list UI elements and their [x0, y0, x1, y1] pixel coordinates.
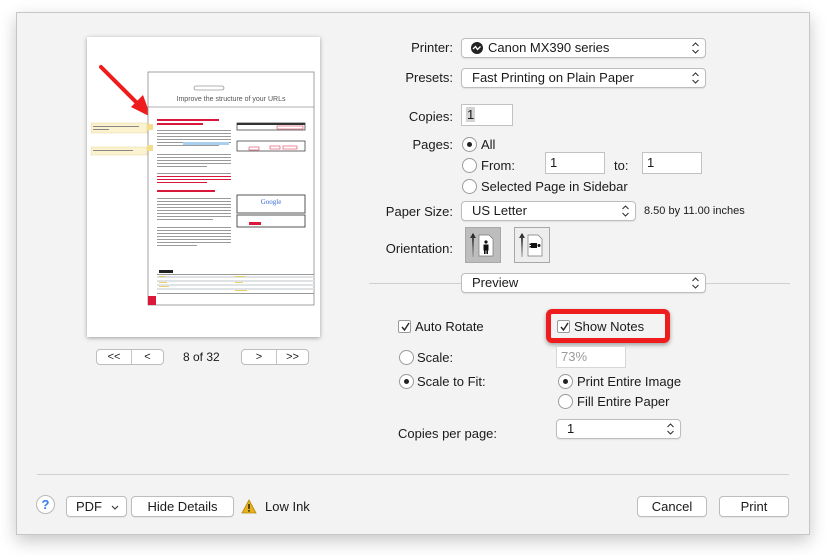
- pages-label: Pages:: [412, 137, 453, 152]
- updown-chevron-icon: [692, 277, 699, 289]
- doc-title: Improve the structure of your URLs: [177, 96, 286, 103]
- cancel-button[interactable]: Cancel: [637, 496, 707, 517]
- pages-to-value: 1: [647, 155, 655, 170]
- copies-value: 1: [466, 107, 476, 122]
- print-label: Print: [740, 499, 768, 514]
- note-marker-1: [147, 124, 153, 130]
- paper-size-value: US Letter: [472, 203, 527, 218]
- pages-all-radio[interactable]: [462, 137, 477, 152]
- updown-chevron-icon: [692, 72, 699, 84]
- last-page-button[interactable]: >>: [276, 350, 309, 364]
- pdf-menu-button[interactable]: PDF: [66, 496, 127, 517]
- status-text: Low Ink: [265, 499, 310, 514]
- note-marker-2: [147, 145, 153, 151]
- hide-details-label: Hide Details: [147, 499, 218, 514]
- page-nav-back-group: << <: [96, 349, 164, 365]
- google-logo: Google: [261, 198, 282, 206]
- pages-from-radio[interactable]: [462, 158, 477, 173]
- help-icon: ?: [41, 497, 50, 512]
- next-page-button[interactable]: >: [242, 350, 277, 364]
- print-entire-image-label: Print Entire Image: [577, 374, 682, 389]
- section-divider-right: [706, 283, 790, 284]
- section-select[interactable]: Preview: [461, 273, 706, 293]
- show-notes-checkbox[interactable]: [557, 320, 570, 333]
- checkmark-icon: [560, 322, 569, 332]
- updown-chevron-icon: [692, 42, 699, 54]
- doc-screenshot-3: [236, 214, 306, 228]
- print-dialog: Improve the structure of your URLs Googl…: [16, 12, 810, 535]
- updown-chevron-icon: [667, 423, 674, 435]
- pages-to-label: to:: [614, 158, 629, 173]
- cancel-label: Cancel: [651, 499, 693, 514]
- pages-from-input[interactable]: 1: [545, 152, 605, 174]
- footer-divider: [37, 474, 789, 475]
- first-page-button[interactable]: <<: [97, 350, 132, 364]
- pages-selected-label: Selected Page in Sidebar: [481, 179, 628, 194]
- scale-label: Scale:: [417, 350, 454, 365]
- pages-to-input[interactable]: 1: [642, 152, 702, 174]
- pages-selected-radio[interactable]: [462, 179, 477, 194]
- copies-label: Copies:: [408, 109, 453, 124]
- scale-to-fit-label: Scale to Fit:: [417, 374, 486, 389]
- copies-input[interactable]: 1: [461, 104, 513, 126]
- copies-per-page-value: 1: [567, 421, 575, 436]
- pages-from-label: From:: [481, 158, 515, 173]
- scale-radio[interactable]: [399, 350, 414, 365]
- printer-label: Printer:: [411, 40, 453, 55]
- scale-to-fit-radio[interactable]: [399, 374, 414, 389]
- hide-details-button[interactable]: Hide Details: [131, 496, 234, 517]
- section-divider-left: [369, 283, 461, 284]
- warning-icon: [241, 499, 257, 514]
- preview-document-thumbnail: Improve the structure of your URLs Googl…: [90, 65, 315, 306]
- page-indicator: 8 of 32: [183, 350, 220, 364]
- printer-value: Canon MX390 series: [488, 40, 610, 55]
- copies-per-page-label: Copies per page:: [398, 426, 498, 441]
- auto-rotate-label: Auto Rotate: [415, 319, 484, 334]
- section-value: Preview: [472, 275, 519, 290]
- presets-select[interactable]: Fast Printing on Plain Paper: [461, 68, 706, 88]
- updown-chevron-icon: [622, 205, 629, 217]
- landscape-icon: [519, 233, 543, 257]
- presets-value: Fast Printing on Plain Paper: [472, 70, 634, 85]
- print-preview-page: Improve the structure of your URLs Googl…: [87, 37, 320, 337]
- orientation-label: Orientation:: [385, 241, 453, 256]
- print-button[interactable]: Print: [719, 496, 789, 517]
- paper-dimensions: 8.50 by 11.00 inches: [644, 205, 745, 217]
- help-button[interactable]: ?: [36, 495, 55, 514]
- orientation-landscape-button[interactable]: [514, 227, 550, 263]
- pages-from-value: 1: [550, 155, 558, 170]
- scale-input[interactable]: 73%: [556, 346, 626, 368]
- printer-status-icon: [471, 42, 483, 54]
- show-notes-label: Show Notes: [574, 319, 645, 334]
- note-1: [90, 122, 148, 134]
- auto-rotate-checkbox[interactable]: [398, 320, 411, 333]
- presets-label: Presets:: [405, 70, 453, 85]
- scale-value: 73%: [561, 349, 588, 364]
- previous-page-button[interactable]: <: [131, 350, 164, 364]
- pdf-label: PDF: [76, 499, 102, 514]
- fill-entire-paper-radio[interactable]: [558, 394, 573, 409]
- paper-size-label: Paper Size:: [385, 204, 453, 219]
- portrait-icon: [470, 233, 494, 257]
- printer-select[interactable]: Canon MX390 series: [461, 38, 706, 58]
- paper-size-select[interactable]: US Letter: [461, 201, 636, 221]
- page-nav-forward-group: > >>: [241, 349, 309, 365]
- fill-entire-paper-label: Fill Entire Paper: [577, 394, 670, 409]
- chevron-down-icon: [111, 505, 119, 510]
- copies-per-page-select[interactable]: 1: [556, 419, 681, 439]
- orientation-portrait-button[interactable]: [465, 227, 501, 263]
- print-entire-image-radio[interactable]: [558, 374, 573, 389]
- pages-all-label: All: [481, 137, 496, 152]
- doc-page-number-tab: [148, 296, 156, 305]
- checkmark-icon: [401, 322, 410, 332]
